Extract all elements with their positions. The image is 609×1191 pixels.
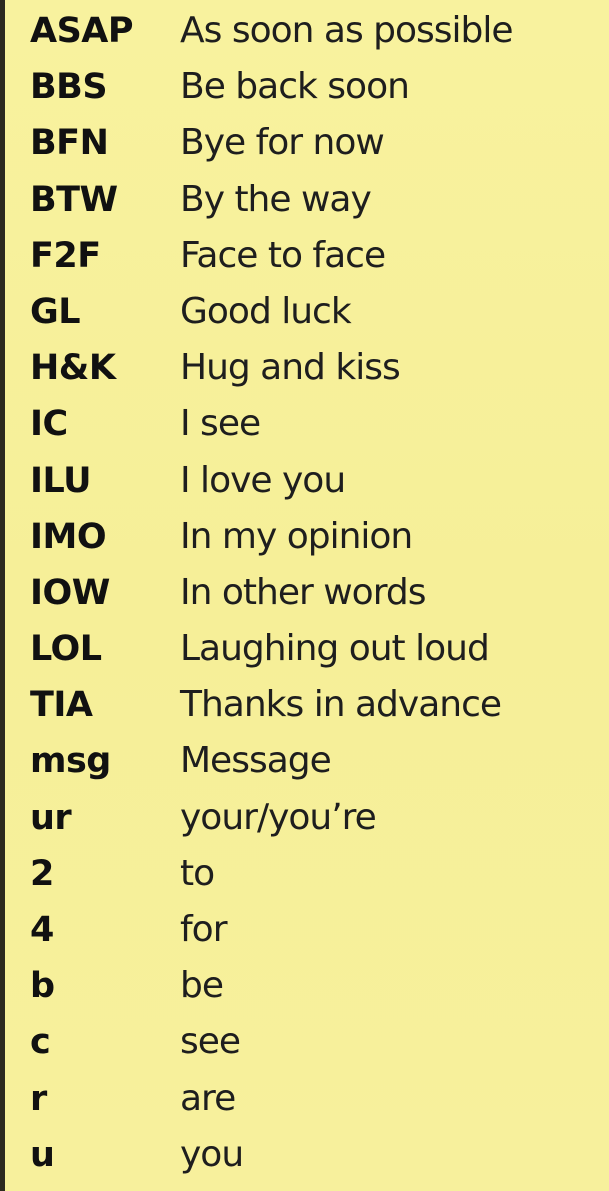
abbreviation: BTW — [30, 179, 118, 220]
abbreviation: F2F — [30, 235, 101, 276]
meaning: Bye for now — [180, 122, 385, 164]
abbreviation: GL — [30, 291, 81, 332]
abbreviation: IC — [30, 404, 68, 445]
abbreviation: ur — [30, 797, 72, 838]
abbreviation: c — [30, 1022, 51, 1063]
list-item: IMO In my opinion — [0, 509, 609, 565]
list-item: b be — [0, 958, 609, 1014]
list-item: BFN Bye for now — [0, 115, 609, 171]
meaning: Message — [180, 740, 332, 782]
abbreviation: TIA — [30, 685, 93, 726]
meaning: Laughing out loud — [180, 628, 490, 670]
abbreviation: 2 — [30, 853, 54, 894]
list-item: u you — [0, 1127, 609, 1183]
abbreviation: IOW — [30, 572, 110, 613]
list-item: BBS Be back soon — [0, 59, 609, 115]
abbreviation: 4 — [30, 910, 54, 950]
list-item: IC I see — [0, 396, 609, 452]
meaning: Hug and kiss — [180, 347, 401, 389]
list-item: ur your/you’re — [0, 790, 609, 846]
list-item: GL Good luck — [0, 284, 609, 340]
meaning: I see — [180, 403, 261, 445]
list-item: ILU I love you — [0, 453, 609, 509]
abbreviation: ILU — [30, 460, 92, 501]
meaning: In my opinion — [180, 515, 413, 557]
meaning: I love you — [180, 459, 346, 501]
list-item: BTW By the way — [0, 172, 609, 228]
list-item: IOW In other words — [0, 565, 609, 621]
meaning: be — [180, 965, 224, 1007]
abbreviation: msg — [30, 741, 111, 782]
meaning: for — [180, 909, 227, 950]
abbreviation: H&K — [30, 348, 116, 389]
list-item: msg Message — [0, 733, 609, 789]
meaning: Good luck — [180, 290, 352, 332]
meaning: Face to face — [180, 234, 386, 276]
meaning: to — [180, 852, 215, 894]
abbreviation-sheet: ASAP As soon as possible BBS Be back soon … — [0, 0, 609, 1191]
abbreviation: BBS — [30, 67, 108, 108]
abbreviation: u — [30, 1134, 55, 1175]
meaning: you — [180, 1133, 244, 1175]
meaning: your/you’re — [180, 796, 377, 838]
list-item: r are — [0, 1071, 609, 1127]
list-item: 4 for — [0, 902, 609, 958]
meaning: By the way — [180, 178, 372, 220]
meaning: As soon as possible — [180, 10, 514, 51]
abbreviation: BFN — [30, 123, 109, 164]
abbreviation: ASAP — [30, 11, 134, 51]
meaning: Thanks in advance — [180, 684, 502, 726]
list-item: ASAP As soon as possible — [0, 3, 609, 59]
meaning: are — [180, 1077, 236, 1119]
list-item: c see — [0, 1014, 609, 1070]
list-item: F2F Face to face — [0, 228, 609, 284]
abbreviation-list: ASAP As soon as possible BBS Be back soon … — [0, 3, 609, 1183]
list-item: LOL Laughing out loud — [0, 621, 609, 677]
meaning: In other words — [180, 571, 426, 613]
abbreviation: b — [30, 966, 55, 1007]
abbreviation: IMO — [30, 516, 107, 557]
meaning: Be back soon — [180, 66, 410, 108]
list-item: TIA Thanks in advance — [0, 677, 609, 733]
abbreviation: r — [30, 1078, 47, 1119]
abbreviation: LOL — [30, 629, 102, 670]
meaning: see — [180, 1021, 241, 1063]
list-item: 2 to — [0, 846, 609, 902]
list-item: H&K Hug and kiss — [0, 340, 609, 396]
